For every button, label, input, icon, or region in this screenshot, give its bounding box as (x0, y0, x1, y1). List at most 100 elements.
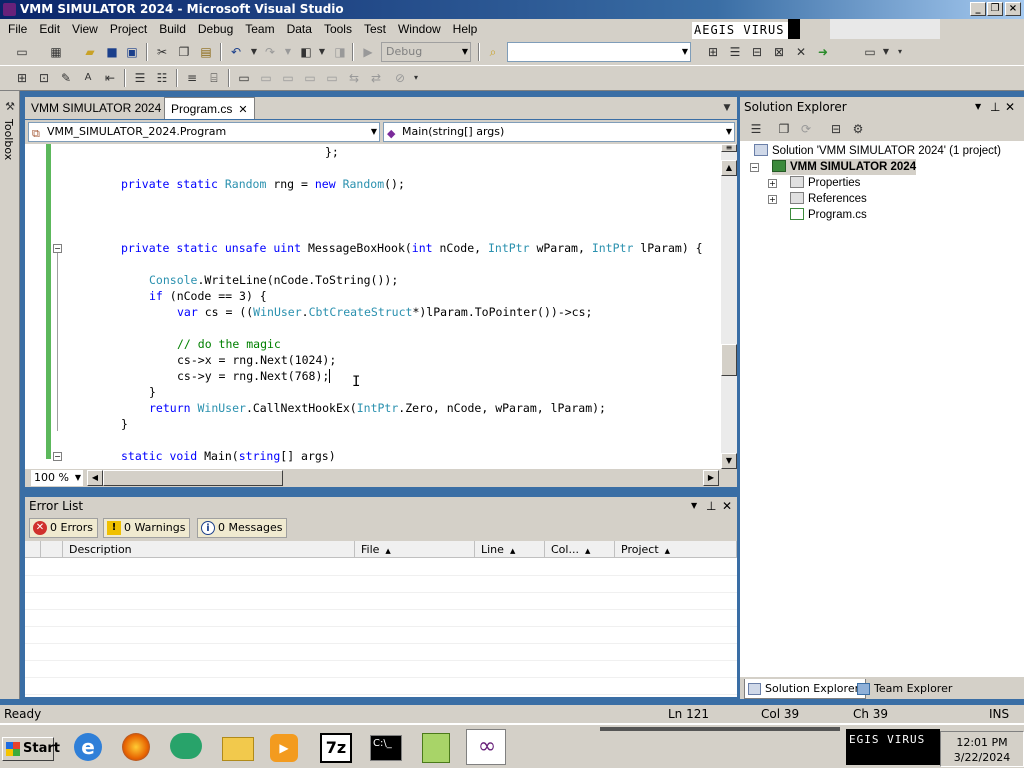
toolbar-options-icon[interactable]: ▾ (892, 44, 908, 60)
scroll-left-button[interactable]: ◀ (87, 470, 103, 486)
toggle-bookmark-icon[interactable]: ⌸ (206, 70, 222, 86)
start-page-icon[interactable]: ➜ (815, 44, 831, 60)
bookmark-icon[interactable]: ▭ (236, 70, 252, 86)
media-player-icon[interactable]: ▶ (264, 729, 304, 765)
properties-node[interactable]: Properties (790, 175, 860, 191)
next-bookmark-document-icon[interactable]: ⇄ (368, 70, 384, 86)
clear-bookmarks-icon[interactable]: ⊘ (392, 70, 408, 86)
next-bookmark-icon[interactable]: ▭ (280, 70, 296, 86)
scroll-thumb[interactable] (103, 470, 283, 486)
new-project-icon[interactable]: ▭ (14, 44, 30, 60)
column-severity[interactable] (25, 541, 41, 558)
previous-bookmark-folder-icon[interactable]: ▭ (302, 70, 318, 86)
close-tab-icon[interactable]: ✕ (238, 104, 247, 116)
show-all-files-icon[interactable]: ❐ (776, 121, 792, 137)
chevron-down-icon[interactable]: ▼ (280, 44, 296, 60)
next-bookmark-folder-icon[interactable]: ▭ (324, 70, 340, 86)
column-order[interactable] (41, 541, 63, 558)
command-prompt-icon[interactable]: C:\_ (366, 729, 406, 765)
scroll-down-button[interactable]: ▼ (721, 453, 737, 469)
code-editor[interactable]: − − }; private static Random rng = new R… (25, 144, 722, 469)
chevron-down-icon[interactable]: ▼ (314, 44, 330, 60)
toolbox-icon[interactable]: ⊠ (771, 44, 787, 60)
menu-edit[interactable]: Edit (33, 22, 66, 36)
firefox-icon[interactable] (116, 729, 156, 765)
tab-solution-explorer[interactable]: Solution Explorer (744, 679, 867, 699)
members-combo[interactable]: ◆ Main(string[] args) ▼ (383, 122, 735, 142)
references-node[interactable]: References (790, 191, 867, 207)
close-panel-icon[interactable]: ✕ (1005, 97, 1015, 117)
active-files-dropdown-icon[interactable]: ▼ (719, 100, 735, 116)
menu-build[interactable]: Build (153, 22, 192, 36)
increase-indent-icon[interactable]: ☰ (132, 70, 148, 86)
open-file-icon[interactable]: ▰ (82, 44, 98, 60)
paste-icon[interactable]: ▤ (198, 44, 214, 60)
menu-tools[interactable]: Tools (318, 22, 358, 36)
scroll-thumb[interactable] (721, 344, 737, 376)
zoom-combo[interactable]: 100 % ▼ (31, 470, 83, 486)
object-browser-icon[interactable]: ⊟ (749, 44, 765, 60)
start-button[interactable]: Start (2, 737, 60, 761)
chevron-down-icon[interactable]: ▼ (246, 44, 262, 60)
navigate-backward-icon[interactable]: ◧ (298, 44, 314, 60)
types-combo[interactable]: ⧉ VMM_SIMULATOR_2024.Program ▼ (28, 122, 380, 142)
save-icon[interactable]: ■ (104, 44, 120, 60)
copy-icon[interactable]: ❐ (176, 44, 192, 60)
warnings-filter-button[interactable]: ! 0 Warnings (103, 518, 191, 538)
properties-window-icon[interactable]: ☰ (727, 44, 743, 60)
editor-vertical-scrollbar[interactable]: ≡ ▲ ▼ (721, 144, 737, 469)
display-parameter-info-icon[interactable]: ⊡ (36, 70, 52, 86)
menu-project[interactable]: Project (104, 22, 153, 36)
menu-team[interactable]: Team (239, 22, 280, 36)
window-position-icon[interactable]: ▼ (691, 497, 697, 515)
chat-app-icon[interactable] (166, 729, 206, 765)
split-handle[interactable]: ≡ (721, 144, 737, 152)
properties-icon[interactable]: ☰ (748, 121, 764, 137)
tab-project-properties[interactable]: VMM SIMULATOR 2024 (25, 97, 167, 119)
toolbar-options-icon[interactable]: ▾ (408, 70, 424, 86)
collapse-node-icon[interactable]: − (750, 163, 759, 172)
save-all-icon[interactable]: ▣ (124, 44, 140, 60)
visual-studio-taskbar-icon[interactable]: ∞ (466, 729, 506, 765)
previous-bookmark-document-icon[interactable]: ⇆ (346, 70, 362, 86)
uncomment-icon[interactable]: ≡ (184, 70, 200, 86)
menu-view[interactable]: View (66, 22, 104, 36)
close-button[interactable]: × (1005, 2, 1021, 16)
menu-file[interactable]: File (2, 22, 33, 36)
collapse-region-icon[interactable]: − (53, 244, 62, 253)
tab-program-cs[interactable]: Program.cs ✕ (164, 97, 255, 119)
column-col[interactable]: Col... ▲ (545, 541, 615, 558)
tab-team-explorer[interactable]: Team Explorer (854, 679, 958, 699)
navigate-forward-icon[interactable]: ◨ (332, 44, 348, 60)
window-position-icon[interactable]: ▼ (975, 97, 981, 117)
expand-node-icon[interactable]: + (768, 195, 777, 204)
comment-out-icon[interactable]: ☷ (154, 70, 170, 86)
display-quick-info-icon[interactable]: ✎ (58, 70, 74, 86)
find-in-files-icon[interactable]: ⌕ (485, 44, 501, 60)
menu-test[interactable]: Test (358, 22, 392, 36)
solution-configuration-combo[interactable]: Debug ▼ (381, 42, 471, 62)
display-word-completion-icon[interactable]: A (80, 70, 96, 86)
program-cs-node[interactable]: Program.cs (790, 207, 867, 223)
start-debugging-icon[interactable]: ▶ (360, 44, 376, 60)
command-window-icon[interactable]: ▭ (862, 44, 878, 60)
redo-icon[interactable]: ↷ (262, 44, 278, 60)
collapse-region-icon[interactable]: − (53, 452, 62, 461)
previous-bookmark-icon[interactable]: ▭ (258, 70, 274, 86)
display-object-member-list-icon[interactable]: ⊞ (14, 70, 30, 86)
column-project[interactable]: Project ▲ (615, 541, 737, 558)
notepad-plus-icon[interactable] (416, 729, 456, 765)
pin-icon[interactable]: ⊥ (990, 97, 1000, 117)
column-description[interactable]: Description (63, 541, 355, 558)
scroll-right-button[interactable]: ▶ (703, 470, 719, 486)
tools-icon[interactable]: ✕ (793, 44, 809, 60)
7zip-icon[interactable]: 7z (316, 729, 356, 765)
refresh-icon[interactable]: ⟳ (798, 121, 814, 137)
cut-icon[interactable]: ✂ (154, 44, 170, 60)
errors-filter-button[interactable]: ✕ 0 Errors (29, 518, 99, 538)
add-item-icon[interactable]: ▦ (48, 44, 64, 60)
column-file[interactable]: File ▲ (355, 541, 475, 558)
system-clock[interactable]: 12:01 PM 3/22/2024 (940, 731, 1024, 767)
toolbox-strip[interactable]: ⚒ Toolbox (0, 91, 20, 699)
project-node[interactable]: VMM SIMULATOR 2024 (772, 159, 917, 175)
